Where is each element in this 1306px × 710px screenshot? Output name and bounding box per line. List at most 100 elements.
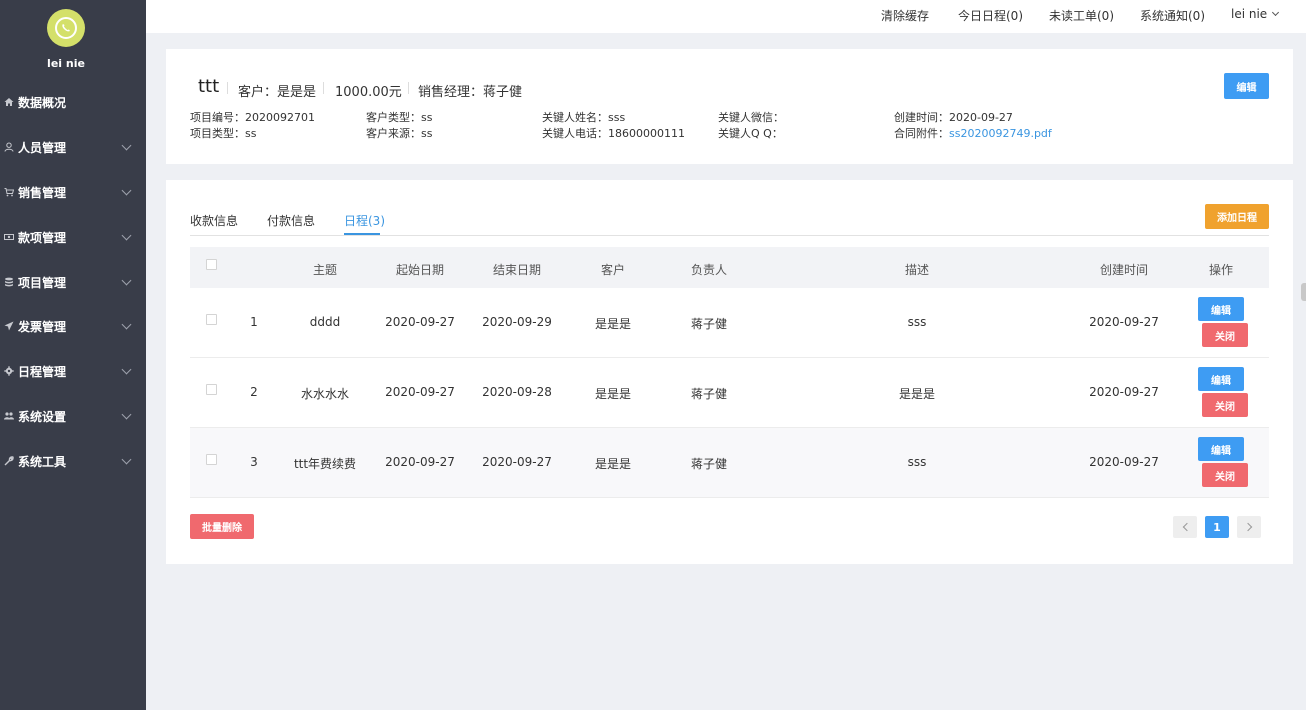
sidebar-item-label: 项目管理 (18, 275, 67, 290)
contact-qq: 关键人Q Q： (718, 125, 783, 141)
today-schedule-link[interactable]: 今日日程(0) (958, 7, 1023, 24)
pagination-next[interactable] (1237, 516, 1261, 538)
row-checkbox[interactable] (206, 454, 217, 465)
home-icon (3, 96, 15, 108)
project-title: ttt (198, 76, 220, 97)
users-icon (3, 410, 15, 422)
avatar[interactable] (47, 9, 85, 47)
chevron-down-icon (121, 140, 132, 151)
tabs-divider (190, 235, 1269, 236)
close-row-button[interactable]: 关闭 (1202, 393, 1248, 417)
batch-delete-button[interactable]: 批量删除 (190, 514, 254, 539)
cell-created: 2020-09-27 (1089, 385, 1159, 399)
send-icon (3, 320, 15, 332)
pagination-page-current[interactable]: 1 (1205, 516, 1229, 538)
sidebar-username: lei nie (47, 57, 85, 70)
cell-description: sss (907, 455, 927, 469)
cell-end-date: 2020-09-29 (482, 315, 552, 329)
field-value: sss (608, 111, 626, 124)
sidebar-item-label: 人员管理 (18, 140, 67, 155)
cell-end-date: 2020-09-27 (482, 455, 552, 469)
cell-subject: ttt年费续费 (293, 457, 357, 471)
sidebar-item-system-tools[interactable]: 系统工具 (0, 439, 146, 483)
user-menu[interactable]: lei nie (1231, 7, 1280, 21)
clear-cache-link[interactable]: 清除缓存 (881, 7, 929, 24)
edit-project-button[interactable]: 编辑 (1224, 73, 1269, 99)
field-label: 关键人姓名： (542, 111, 608, 124)
column-header: 主题 (312, 263, 337, 277)
customer-type: 客户类型：ss (366, 109, 432, 125)
sidebar-item-label: 系统工具 (18, 454, 67, 469)
cell-description: sss (907, 315, 927, 329)
sidebar-item-sales[interactable]: 销售管理 (0, 170, 146, 214)
edit-row-button[interactable]: 编辑 (1198, 297, 1244, 321)
table-row: 1 dddd 2020-09-27 2020-09-29 是是是 蒋子健 sss… (190, 288, 1269, 358)
cell-customer: 是是是 (594, 387, 631, 401)
sidebar-item-dashboard[interactable]: 数据概况 (0, 80, 146, 124)
edit-row-button[interactable]: 编辑 (1198, 367, 1244, 391)
cart-icon (3, 186, 15, 198)
sidebar-item-payments[interactable]: 款项管理 (0, 215, 146, 259)
row-number: 1 (250, 315, 258, 329)
tab-receipts[interactable]: 收款信息 (190, 212, 238, 229)
project-customer: 客户：是是是 (238, 85, 317, 100)
close-row-button[interactable]: 关闭 (1202, 323, 1248, 347)
chevron-right-icon (1243, 522, 1252, 532)
field-label: 客户类型： (366, 111, 421, 124)
customer-source: 客户来源：ss (366, 125, 432, 141)
chevron-down-icon (121, 454, 132, 465)
sidebar: lei nie 数据概况 人员管理 销售管理 款项管理 项目管理 发票管理 日程… (0, 0, 146, 710)
cell-description: 是是是 (898, 387, 935, 401)
close-row-button[interactable]: 关闭 (1202, 463, 1248, 487)
database-icon (3, 276, 15, 288)
sidebar-item-system-settings[interactable]: 系统设置 (0, 394, 146, 438)
row-checkbox[interactable] (206, 384, 217, 395)
cell-owner: 蒋子健 (690, 457, 727, 471)
sidebar-item-label: 系统设置 (18, 409, 67, 424)
sidebar-item-projects[interactable]: 项目管理 (0, 260, 146, 304)
chevron-down-icon (121, 319, 132, 330)
gear-icon (3, 365, 15, 377)
wrench-icon (3, 455, 15, 467)
field-value: 2020-09-27 (949, 111, 1013, 124)
contact-wechat: 关键人微信： (718, 109, 784, 125)
chevron-left-icon (1182, 522, 1191, 532)
sidebar-item-label: 数据概况 (18, 95, 67, 110)
edit-row-button[interactable]: 编辑 (1198, 437, 1244, 461)
field-label: 关键人电话： (542, 127, 608, 140)
top-bar: 清除缓存 今日日程(0) 未读工单(0) 系统通知(0) lei nie (146, 0, 1306, 33)
user-icon (3, 141, 15, 153)
row-number: 3 (250, 455, 258, 469)
column-header: 操作 (1208, 263, 1233, 277)
notifications-link[interactable]: 系统通知(0) (1140, 7, 1205, 24)
add-schedule-button[interactable]: 添加日程 (1205, 204, 1269, 229)
tab-payments[interactable]: 付款信息 (267, 212, 315, 229)
cell-created: 2020-09-27 (1089, 455, 1159, 469)
cell-start-date: 2020-09-27 (385, 315, 455, 329)
side-drawer-handle[interactable] (1301, 283, 1306, 301)
cell-subject: dddd (309, 315, 341, 329)
contact-name: 关键人姓名：sss (542, 109, 625, 125)
attachment-link[interactable]: ss2020092749.pdf (949, 127, 1052, 140)
sidebar-item-invoices[interactable]: 发票管理 (0, 304, 146, 348)
field-label: 创建时间： (894, 111, 949, 124)
row-checkbox[interactable] (206, 314, 217, 325)
cell-created: 2020-09-27 (1089, 315, 1159, 329)
row-number: 2 (250, 385, 258, 399)
field-value: ss (245, 127, 257, 140)
chevron-down-icon (121, 275, 132, 286)
select-all-checkbox[interactable] (206, 259, 217, 270)
project-sales-manager: 销售经理：蒋子健 (418, 85, 523, 100)
project-no: 项目编号：2020092701 (190, 109, 315, 125)
project-summary-card: ttt 客户：是是是 1000.00元 销售经理：蒋子健 编辑 项目编号：202… (166, 49, 1293, 164)
tab-schedule[interactable]: 日程(3) (344, 212, 385, 229)
sidebar-item-label: 销售管理 (18, 185, 67, 200)
field-value: 18600000111 (608, 127, 685, 140)
sidebar-item-personnel[interactable]: 人员管理 (0, 125, 146, 169)
field-value: 2020092701 (245, 111, 315, 124)
cell-customer: 是是是 (594, 457, 631, 471)
pagination-prev[interactable] (1173, 516, 1197, 538)
unread-tickets-link[interactable]: 未读工单(0) (1049, 7, 1114, 24)
sidebar-item-schedule[interactable]: 日程管理 (0, 349, 146, 393)
cell-owner: 蒋子健 (690, 387, 727, 401)
